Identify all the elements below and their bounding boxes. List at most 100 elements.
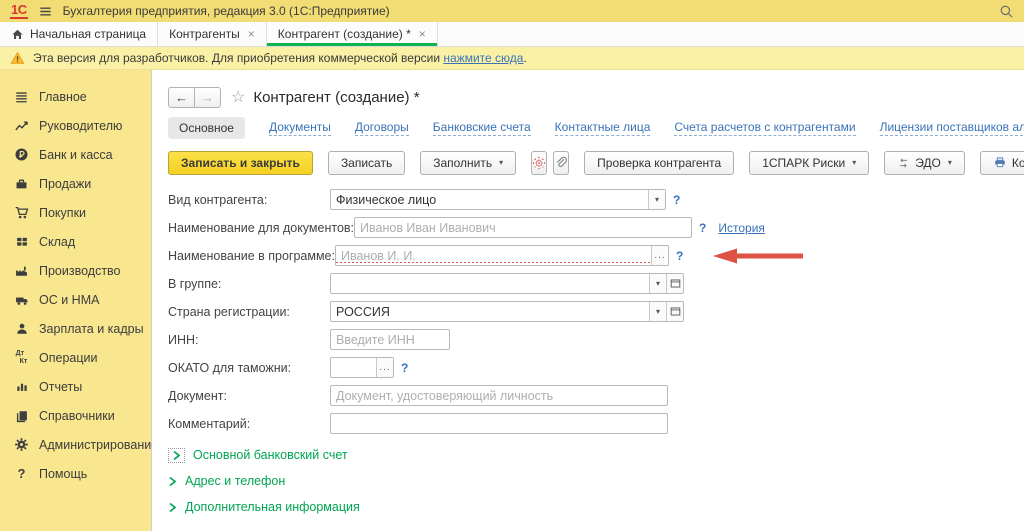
attachments-button[interactable] — [553, 151, 569, 175]
counterparty-autofill-button[interactable] — [531, 151, 547, 175]
form-header: ← → ☆ Контрагент (создание) * — [168, 84, 1024, 110]
field-row-name-app: Наименование в программе: ... ? — [168, 245, 1024, 266]
sidebar-item-production[interactable]: Производство — [0, 256, 151, 285]
help-icon[interactable]: ? — [699, 221, 706, 235]
sidebar-item-reports[interactable]: Отчеты — [0, 372, 151, 401]
tab-bar: Начальная страница Контрагенты × Контраг… — [0, 22, 1024, 47]
sidebar-item-fixed-assets[interactable]: ОС и НМА — [0, 285, 151, 314]
identity-document-input[interactable] — [330, 385, 668, 406]
nav-dokumenty[interactable]: Документы — [269, 120, 331, 136]
nav-alcohol-licenses[interactable]: Лицензии поставщиков алкогольной продукц… — [880, 120, 1024, 136]
sidebar-item-directories[interactable]: Справочники — [0, 401, 151, 430]
buy-commercial-link[interactable]: нажмите сюда — [443, 51, 523, 65]
forward-button[interactable]: → — [194, 87, 221, 108]
books-icon — [13, 408, 30, 424]
ellipsis-button[interactable]: ... — [651, 246, 668, 265]
chevron-down-icon: ▾ — [852, 158, 856, 167]
country-input[interactable] — [331, 302, 649, 321]
group-input[interactable] — [331, 274, 649, 293]
edo-exchange-icon — [897, 157, 910, 169]
tab-home[interactable]: Начальная страница — [0, 22, 158, 46]
sidebar-item-label: Администрирование — [39, 438, 158, 452]
help-icon[interactable]: ? — [673, 193, 680, 207]
close-icon[interactable]: × — [248, 27, 255, 41]
form-fields: Вид контрагента: ▾ ? Наименование для до… — [168, 189, 1024, 434]
dt-kt-icon: ДтКт — [13, 350, 30, 366]
truck-icon — [13, 292, 30, 308]
open-item-icon[interactable] — [666, 302, 683, 321]
tab-label: Начальная страница — [30, 27, 146, 41]
nav-settlement-accounts[interactable]: Счета расчетов с контрагентами — [674, 120, 855, 136]
envelope-print-button[interactable]: Конверт — [980, 151, 1024, 175]
sidebar-item-sales[interactable]: Продажи — [0, 169, 151, 198]
history-link[interactable]: История — [718, 221, 765, 235]
sidebar-item-purchases[interactable]: Покупки — [0, 198, 151, 227]
sidebar-item-label: Покупки — [39, 206, 86, 220]
search-icon[interactable] — [999, 4, 1014, 19]
nav-contact-persons[interactable]: Контактные лица — [555, 120, 651, 136]
envelope-label: Конверт — [1012, 156, 1024, 170]
sidebar-item-bank-cash[interactable]: Банк и касса — [0, 140, 151, 169]
close-icon[interactable]: × — [419, 27, 426, 41]
sidebar-item-help[interactable]: ? Помощь — [0, 459, 151, 488]
nav-dogovory[interactable]: Договоры — [355, 120, 409, 136]
name-in-app-combobox: ... — [335, 245, 669, 266]
sidebar-item-manager[interactable]: Руководителю — [0, 111, 151, 140]
nav-bank-accounts[interactable]: Банковские счета — [433, 120, 531, 136]
help-icon[interactable]: ? — [676, 249, 683, 263]
main-menu-icon[interactable] — [38, 4, 53, 19]
form-nav: Основное Документы Договоры Банковские с… — [168, 116, 1024, 140]
sidebar-item-administration[interactable]: Администрирование — [0, 430, 151, 459]
section-address-phone[interactable]: Адрес и телефон — [168, 468, 1024, 494]
sidebar-item-label: Отчеты — [39, 380, 82, 394]
kind-combobox: ▾ — [330, 189, 666, 210]
spark-risks-dropdown-button[interactable]: 1СПАРК Риски▾ — [749, 151, 869, 175]
field-label: В группе: — [168, 277, 330, 291]
boxes-grid-icon — [13, 234, 30, 250]
country-combobox: ▾ — [330, 301, 684, 322]
chevron-down-icon: ▾ — [948, 158, 952, 167]
sidebar-item-label: Зарплата и кадры — [39, 322, 144, 336]
inn-input[interactable] — [330, 329, 450, 350]
ellipsis-button[interactable]: ... — [376, 358, 393, 377]
chevron-down-icon[interactable]: ▾ — [648, 190, 665, 209]
sidebar-item-label: Производство — [39, 264, 121, 278]
save-button[interactable]: Записать — [328, 151, 405, 175]
chevron-down-icon[interactable]: ▾ — [649, 302, 666, 321]
favorite-star-icon[interactable]: ☆ — [231, 87, 245, 107]
sidebar-item-label: Операции — [39, 351, 97, 365]
name-for-documents-input[interactable] — [354, 217, 692, 238]
app-window: 1С Бухгалтерия предприятия, редакция 3.0… — [0, 0, 1024, 531]
chevron-down-icon: ▾ — [499, 158, 503, 167]
nav-osnovnoe[interactable]: Основное — [168, 117, 245, 139]
tab-kontragent-create[interactable]: Контрагент (создание) * × — [267, 22, 438, 46]
sidebar-item-operations[interactable]: ДтКт Операции — [0, 343, 151, 372]
okato-input[interactable] — [331, 358, 376, 377]
tab-label: Контрагент (создание) * — [278, 27, 411, 41]
comment-input[interactable] — [330, 413, 668, 434]
field-label: ОКАТО для таможни: — [168, 361, 330, 375]
printer-icon — [993, 156, 1007, 169]
name-in-app-input[interactable] — [336, 246, 651, 265]
edo-dropdown-button[interactable]: ЭДО ▾ — [884, 151, 965, 175]
sidebar-item-salary-hr[interactable]: Зарплата и кадры — [0, 314, 151, 343]
chevron-right-icon — [168, 502, 177, 513]
back-button[interactable]: ← — [168, 87, 195, 108]
sidebar-item-label: Главное — [39, 90, 87, 104]
kind-input[interactable] — [331, 190, 648, 209]
fill-dropdown-button[interactable]: Заполнить▾ — [420, 151, 516, 175]
section-main-bank-account[interactable]: Основной банковский счет — [168, 442, 1024, 468]
tab-kontragenty[interactable]: Контрагенты × — [158, 22, 267, 46]
help-icon[interactable]: ? — [401, 361, 408, 375]
body: Главное Руководителю Банк и касса Продаж… — [0, 70, 1024, 531]
sidebar-item-main[interactable]: Главное — [0, 82, 151, 111]
sidebar-item-warehouse[interactable]: Склад — [0, 227, 151, 256]
check-counterparty-button[interactable]: Проверка контрагента — [584, 151, 734, 175]
field-row-kind: Вид контрагента: ▾ ? — [168, 189, 1024, 210]
save-and-close-button[interactable]: Записать и закрыть — [168, 151, 313, 175]
open-item-icon[interactable] — [666, 274, 683, 293]
chevron-down-icon[interactable]: ▾ — [649, 274, 666, 293]
field-label: Страна регистрации: — [168, 305, 330, 319]
edo-label: ЭДО — [915, 156, 941, 170]
section-additional-info[interactable]: Дополнительная информация — [168, 494, 1024, 520]
